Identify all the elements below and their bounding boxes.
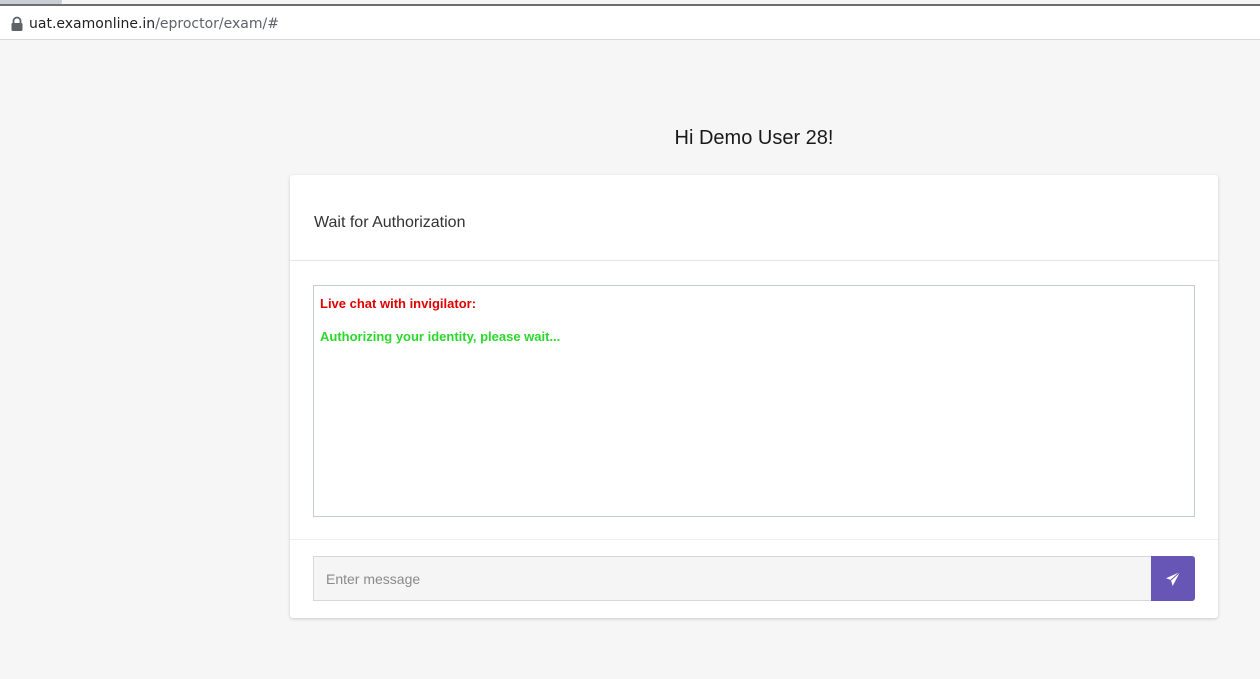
message-input[interactable] [313,556,1151,601]
lock-icon[interactable] [10,16,24,32]
card-title: Wait for Authorization [314,214,466,231]
paper-plane-icon [1165,571,1181,587]
address-bar[interactable]: uat.examonline.in/eproctor/exam/# [0,6,1260,40]
chat-label: Live chat with invigilator: [320,296,477,311]
send-button[interactable] [1151,556,1195,601]
page-greeting: Hi Demo User 28! [674,127,834,149]
card-header: Wait for Authorization [290,175,1218,261]
chat-message: Authorizing your identity, please wait..… [320,329,561,344]
chat-log[interactable]: Live chat with invigilator: Authorizing … [313,285,1195,517]
url-host: uat.examonline.in [29,16,156,32]
authorization-card: Wait for Authorization Live chat with in… [290,175,1218,618]
url-text[interactable]: uat.examonline.in/eproctor/exam/# [29,16,279,32]
url-path: /eproctor/exam/# [155,16,279,32]
footer-divider [290,539,1218,540]
